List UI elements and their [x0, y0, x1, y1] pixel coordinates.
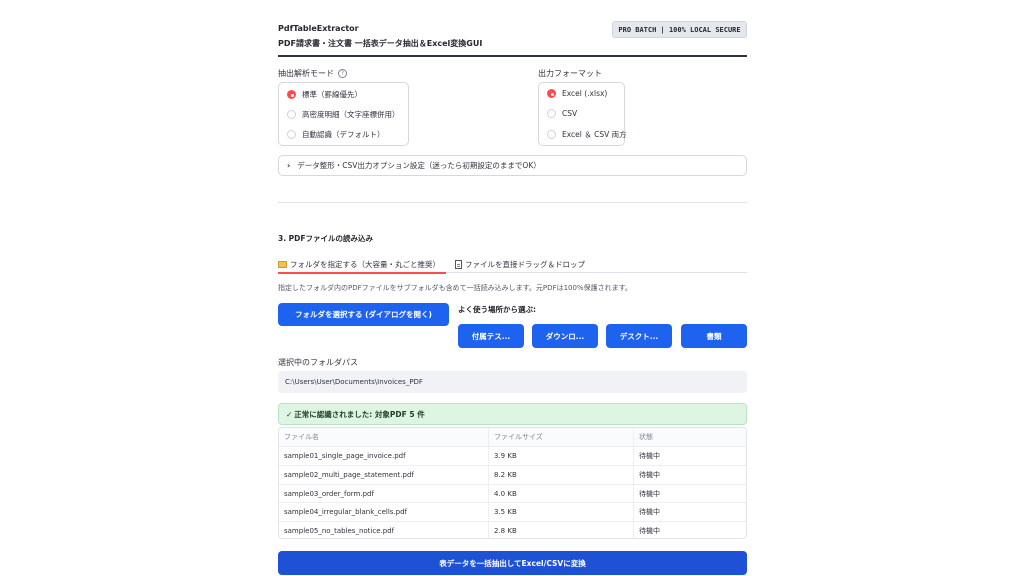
mode-option-high-density[interactable]: 高密度明細（文字座標併用）	[287, 109, 400, 120]
radio-unselected-icon[interactable]	[287, 110, 296, 119]
radio-selected-icon[interactable]	[547, 89, 556, 98]
file-status-cell: 待機中	[633, 522, 746, 538]
format-radio-group: Excel (.xlsx) CSV Excel ＆ CSV 両方	[538, 82, 627, 146]
folder-path-label: 選択中のフォルダパス	[278, 358, 358, 367]
table-row: sample03_order_form.pdf 4.0 KB 待機中	[279, 484, 746, 503]
column-header[interactable]: 状態	[633, 428, 746, 446]
mode-section-label: 抽出解析モード ?	[278, 68, 347, 79]
header-divider	[278, 55, 747, 57]
section-title: 3. PDFファイルの読み込み	[278, 234, 374, 243]
radio-unselected-icon[interactable]	[287, 130, 296, 139]
format-option-label: Excel ＆ CSV 両方	[562, 130, 627, 139]
app-subtitle: PDF請求書・注文書 一括表データ抽出＆Excel変換GUI	[278, 39, 483, 48]
tab-drag-drop[interactable]: ファイルを直接ドラッグ＆ドロップ	[455, 256, 585, 273]
mode-option-label: 標準（罫線優先）	[302, 90, 362, 99]
app-title: PdfTableExtractor	[278, 24, 359, 33]
tab-label: ファイルを直接ドラッグ＆ドロップ	[465, 260, 585, 269]
mode-label: 抽出解析モード	[278, 69, 334, 78]
folder-icon	[278, 261, 287, 268]
format-section-label: 出力フォーマット	[538, 68, 602, 79]
file-status-cell: 待機中	[633, 485, 746, 503]
tab-label: フォルダを指定する（大容量・丸ごと推奨）	[290, 260, 440, 269]
tab-folder[interactable]: フォルダを指定する（大容量・丸ごと推奨）	[278, 256, 446, 274]
quick-location-button-samples[interactable]: 付属テス...	[458, 324, 524, 348]
select-folder-button[interactable]: フォルダを選択する (ダイアログを開く)	[278, 303, 449, 326]
mode-option-label: 自動認識（デフォルト）	[302, 130, 385, 139]
table-row: sample05_no_tables_notice.pdf 2.8 KB 待機中	[279, 521, 746, 538]
folder-caption: 指定したフォルダ内のPDFファイルをサブフォルダも含めて一括読み込みします。元P…	[278, 284, 632, 292]
file-name-cell: sample05_no_tables_notice.pdf	[284, 527, 395, 535]
column-header[interactable]: ファイル名	[279, 428, 488, 446]
file-status-cell: 待機中	[633, 466, 746, 484]
radio-unselected-icon[interactable]	[547, 109, 556, 118]
file-name-cell: sample02_multi_page_statement.pdf	[284, 471, 414, 479]
table-row: sample02_multi_page_statement.pdf 8.2 KB…	[279, 465, 746, 484]
chevron-right-icon: ›	[287, 161, 291, 170]
status-badge: PRO BATCH | 100% LOCAL SECURE	[612, 21, 747, 38]
radio-selected-icon[interactable]	[287, 90, 296, 99]
table-header-row: ファイル名 ファイルサイズ 状態	[279, 428, 746, 447]
file-size-cell: 3.5 KB	[488, 503, 633, 521]
column-header[interactable]: ファイルサイズ	[488, 428, 633, 446]
table-row: sample04_irregular_blank_cells.pdf 3.5 K…	[279, 502, 746, 521]
options-expander[interactable]: › データ整形・CSV出力オプション設定（迷ったら初期設定のままでOK）	[278, 155, 747, 176]
mode-radio-group: 標準（罫線優先） 高密度明細（文字座標併用） 自動認識（デフォルト）	[278, 82, 409, 146]
file-name-cell: sample03_order_form.pdf	[284, 490, 374, 498]
success-text: 正常に認識されました: 対象PDF 5 件	[294, 409, 425, 419]
quick-location-button-documents[interactable]: 書類	[681, 324, 747, 348]
file-name-cell: sample01_single_page_invoice.pdf	[284, 452, 406, 460]
success-message: ✓ 正常に認識されました: 対象PDF 5 件	[278, 403, 747, 425]
mode-option-label: 高密度明細（文字座標併用）	[302, 110, 400, 119]
file-size-cell: 2.8 KB	[488, 522, 633, 538]
folder-path-display: C:\Users\User\Documents\Invoices_PDF	[278, 371, 747, 393]
expander-label: データ整形・CSV出力オプション設定（迷ったら初期設定のままでOK）	[297, 161, 541, 170]
table-row: sample01_single_page_invoice.pdf 3.9 KB …	[279, 446, 746, 465]
file-size-cell: 8.2 KB	[488, 466, 633, 484]
file-size-cell: 3.9 KB	[488, 447, 633, 465]
format-option-label: Excel (.xlsx)	[562, 89, 608, 98]
mode-option-standard[interactable]: 標準（罫線優先）	[287, 89, 362, 100]
format-option-csv[interactable]: CSV	[547, 109, 577, 118]
mode-option-auto[interactable]: 自動認識（デフォルト）	[287, 129, 385, 140]
question-circle-icon[interactable]: ?	[338, 69, 347, 78]
section-divider	[278, 202, 747, 203]
format-option-both[interactable]: Excel ＆ CSV 両方	[547, 129, 627, 140]
format-option-label: CSV	[562, 109, 578, 118]
quick-locations-label: よく使う場所から選ぶ:	[458, 305, 536, 314]
checkmark-icon: ✓	[286, 409, 293, 419]
format-label: 出力フォーマット	[538, 69, 602, 78]
input-tabs: フォルダを指定する（大容量・丸ごと推奨） ファイルを直接ドラッグ＆ドロップ	[278, 256, 747, 274]
file-table: ファイル名 ファイルサイズ 状態 sample01_single_page_in…	[278, 427, 747, 539]
file-status-cell: 待機中	[633, 447, 746, 465]
extract-convert-button[interactable]: 表データを一括抽出してExcel/CSVに変換	[278, 551, 747, 575]
document-icon	[455, 260, 462, 269]
radio-unselected-icon[interactable]	[547, 130, 556, 139]
file-size-cell: 4.0 KB	[488, 485, 633, 503]
quick-location-button-desktop[interactable]: デスクト...	[606, 324, 672, 348]
file-name-cell: sample04_irregular_blank_cells.pdf	[284, 508, 408, 516]
format-option-excel[interactable]: Excel (.xlsx)	[547, 89, 607, 98]
quick-location-button-downloads[interactable]: ダウンロ...	[532, 324, 598, 348]
file-status-cell: 待機中	[633, 503, 746, 521]
